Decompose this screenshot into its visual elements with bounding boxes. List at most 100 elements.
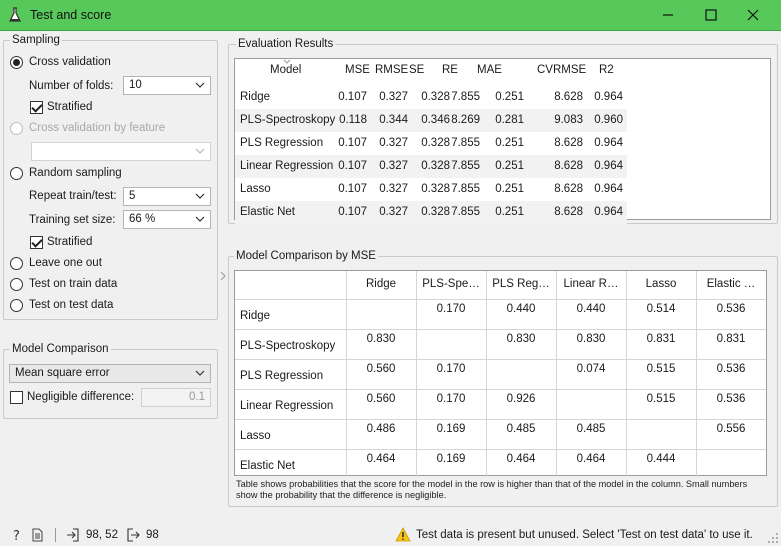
table-cell: 0.251 — [495, 206, 524, 218]
cross-validation-radio[interactable] — [10, 56, 23, 69]
resize-grip-icon[interactable] — [767, 532, 779, 544]
table-cell: 0.107 — [338, 183, 367, 195]
comparison-metric-value: Mean square error — [15, 367, 110, 379]
repeat-select[interactable]: 5 — [123, 187, 211, 206]
comparison-row-label: Linear Regression — [240, 400, 334, 412]
comparison-table[interactable]: Ridge PLS-Spe… PLS Reg… Linear R… Lasso Elast… — [234, 270, 767, 477]
negligible-checkbox[interactable] — [10, 391, 23, 404]
input-icon — [67, 528, 79, 542]
row-divider — [235, 359, 766, 360]
close-button[interactable] — [743, 6, 763, 24]
report-icon[interactable] — [30, 528, 44, 542]
stratified-random-label: Stratified — [47, 236, 93, 248]
comparison-cell: 0.170 — [436, 363, 466, 375]
table-cell: 0.118 — [339, 114, 367, 126]
random-sampling-label: Random sampling — [29, 167, 122, 179]
row-model-name: Ridge — [240, 91, 271, 103]
column-header[interactable]: MSE — [345, 64, 370, 76]
comparison-column-header[interactable]: PLS-Spe… — [416, 278, 486, 290]
chevron-down-icon — [195, 82, 205, 88]
table-cell: 0.107 — [338, 91, 367, 103]
table-cell: 0.346 — [421, 114, 450, 126]
table-cell: 0.327 — [379, 183, 408, 195]
evaluation-results-table[interactable]: Model MSE RMSE SE RE MAE CVRMSE R2 Ridge 0.107 0.3… — [234, 58, 771, 224]
comparison-cell: 0.556 — [716, 423, 746, 435]
comparison-cell: 0.464 — [576, 453, 606, 465]
column-header[interactable]: R2 — [599, 64, 614, 76]
comparison-row-label: PLS Regression — [240, 370, 324, 382]
train-size-select[interactable]: 66 % — [123, 210, 211, 229]
comparison-cell: 0.831 — [716, 333, 746, 345]
comparison-column-header[interactable]: Lasso — [626, 278, 696, 290]
leave-one-out-label: Leave one out — [29, 257, 102, 269]
help-icon[interactable]: ? — [10, 528, 24, 542]
header-divider — [235, 299, 766, 300]
column-header[interactable]: RE — [442, 64, 458, 76]
row-model-name: Lasso — [240, 183, 271, 195]
stratified-checkbox[interactable] — [30, 101, 43, 114]
comparison-title: Model Comparison by MSE — [234, 250, 378, 262]
comparison-cell: 0.440 — [576, 303, 606, 315]
column-header[interactable]: Model — [270, 64, 301, 76]
table-cell: 9.083 — [554, 114, 583, 126]
folds-select[interactable]: 10 — [123, 76, 211, 95]
row-model-name: PLS-Spectroskopy — [240, 114, 336, 126]
table-cell: 0.960 — [594, 114, 623, 126]
comparison-cell: 0.536 — [716, 363, 746, 375]
comparison-cell: 0.926 — [506, 393, 536, 405]
comparison-cell: 0.485 — [576, 423, 606, 435]
random-sampling-radio[interactable] — [10, 167, 23, 180]
feature-select[interactable] — [31, 142, 211, 161]
row-divider — [235, 329, 766, 330]
test-on-test-radio[interactable] — [10, 299, 23, 312]
comparison-cell: 0.169 — [436, 423, 466, 435]
minimize-button[interactable] — [658, 6, 678, 24]
table-cell: 8.628 — [554, 206, 583, 218]
table-cell: 7.855 — [451, 160, 480, 172]
table-cell: 0.107 — [338, 160, 367, 172]
train-size-label: Training set size: — [29, 214, 116, 226]
table-cell: 0.328 — [421, 91, 450, 103]
cv-by-feature-radio[interactable] — [10, 122, 23, 135]
comparison-cell: 0.560 — [366, 393, 396, 405]
maximize-button[interactable] — [701, 6, 721, 24]
maximize-icon — [705, 9, 717, 21]
table-cell: 0.328 — [421, 183, 450, 195]
window-title: Test and score — [30, 8, 112, 22]
test-on-train-radio[interactable] — [10, 278, 23, 291]
chevron-down-icon — [195, 216, 205, 222]
table-cell: 0.964 — [594, 137, 623, 149]
chevron-down-icon — [195, 148, 205, 154]
comparison-column-header[interactable]: Elastic … — [696, 278, 766, 290]
comparison-cell: 0.464 — [366, 453, 396, 465]
comparison-cell: 0.536 — [716, 303, 746, 315]
comparison-column-header[interactable]: Ridge — [346, 278, 416, 290]
comparison-column-header[interactable]: PLS Reg… — [486, 278, 556, 290]
negligible-spinbox[interactable]: 0.1 — [141, 388, 211, 407]
column-header[interactable]: MAE — [477, 64, 502, 76]
table-cell: 0.328 — [421, 137, 450, 149]
stratified-random-checkbox[interactable] — [30, 236, 43, 249]
comparison-cell: 0.831 — [646, 333, 676, 345]
splitter-chevron-icon[interactable] — [219, 270, 227, 282]
status-bar: ? 98, 52 98 Test data is present but unu… — [0, 522, 781, 546]
comparison-cell: 0.170 — [436, 303, 466, 315]
column-header[interactable]: RMSE — [375, 64, 408, 76]
repeat-label: Repeat train/test: — [29, 190, 117, 202]
warning-icon — [395, 527, 411, 542]
folds-value: 10 — [129, 79, 142, 91]
leave-one-out-radio[interactable] — [10, 257, 23, 270]
table-cell: 0.964 — [594, 206, 623, 218]
column-header[interactable]: CVRMSE — [537, 64, 586, 76]
table-cell: 0.327 — [379, 206, 408, 218]
table-cell: 0.251 — [495, 183, 524, 195]
column-header[interactable]: SE — [409, 64, 424, 76]
comparison-cell: 0.560 — [366, 363, 396, 375]
comparison-metric-select[interactable]: Mean square error — [9, 364, 211, 383]
table-cell: 0.327 — [379, 160, 408, 172]
comparison-row-label: Lasso — [240, 430, 271, 442]
comparison-cell: 0.536 — [716, 393, 746, 405]
comparison-column-header[interactable]: Linear R… — [556, 278, 626, 290]
input-count: 98, 52 — [86, 529, 118, 541]
table-cell: 0.327 — [379, 91, 408, 103]
